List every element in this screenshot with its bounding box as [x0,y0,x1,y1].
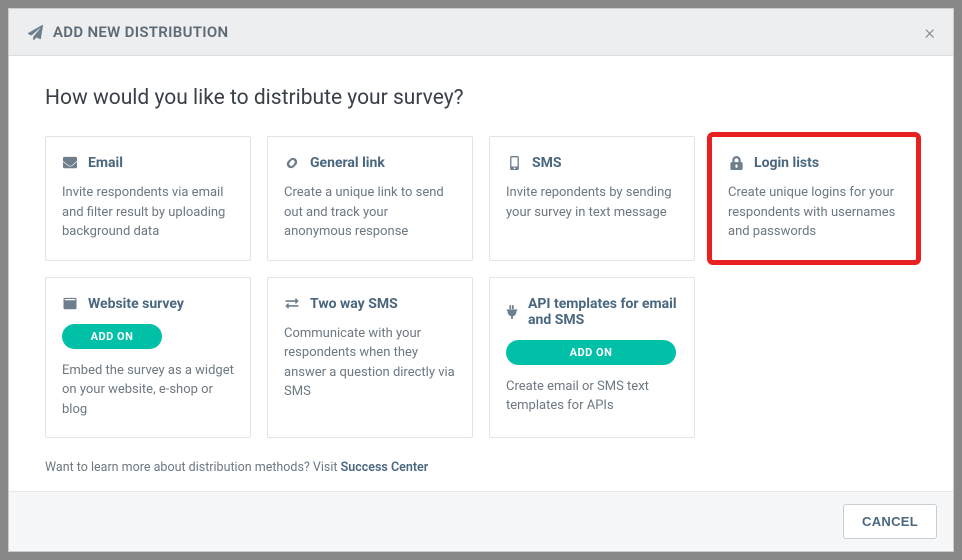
card-website-desc: Embed the survey as a widget on your web… [62,361,234,420]
close-icon: × [925,20,935,44]
modal-title: ADD NEW DISTRIBUTION [27,23,228,41]
card-api-title: API templates for email and SMS [506,296,678,328]
window-icon [62,297,78,311]
card-api[interactable]: API templates for email and SMS ADD ON C… [489,277,695,439]
modal-header: ADD NEW DISTRIBUTION × [9,9,953,56]
modal-title-text: ADD NEW DISTRIBUTION [53,23,228,41]
card-api-title-text: API templates for email and SMS [528,296,678,328]
card-link-desc: Create a unique link to send out and tra… [284,183,456,242]
footer-note-text: Want to learn more about distribution me… [45,460,341,475]
modal-footer: CANCEL [9,491,953,551]
question-heading: How would you like to distribute your su… [45,86,917,110]
card-twoway-desc: Communicate with your respondents when t… [284,324,456,402]
envelope-icon [62,156,78,170]
card-website[interactable]: Website survey ADD ON Embed the survey a… [45,277,251,439]
card-sms[interactable]: SMS Invite repondents by sending your su… [489,136,695,261]
footer-note: Want to learn more about distribution me… [45,460,917,475]
card-email-desc: Invite respondents via email and filter … [62,183,234,242]
mobile-icon [506,156,522,170]
modal-body: How would you like to distribute your su… [9,56,953,491]
card-twoway[interactable]: Two way SMS Communicate with your respon… [267,277,473,439]
exchange-icon [284,297,300,311]
distribution-grid: Email Invite respondents via email and f… [45,136,917,438]
card-link-title: General link [284,155,456,171]
card-email-title-text: Email [88,155,123,171]
card-login-title-text: Login lists [754,155,819,171]
card-email-title: Email [62,155,234,171]
card-sms-title-text: SMS [532,155,562,171]
card-sms-title: SMS [506,155,678,171]
link-icon [284,156,300,170]
plug-icon [506,305,518,319]
cancel-button[interactable]: CANCEL [843,504,937,539]
addon-badge-api: ADD ON [506,340,676,365]
card-website-title-text: Website survey [88,296,184,312]
success-center-link[interactable]: Success Center [341,460,429,475]
close-button[interactable]: × [925,22,935,42]
card-twoway-title-text: Two way SMS [310,296,398,312]
paper-plane-icon [27,25,43,39]
card-login-title: Login lists [728,155,900,171]
card-login-lists[interactable]: Login lists Create unique logins for you… [711,136,917,261]
lock-icon [728,156,744,170]
card-website-title: Website survey [62,296,234,312]
card-link[interactable]: General link Create a unique link to sen… [267,136,473,261]
card-login-desc: Create unique logins for your respondent… [728,183,900,242]
card-email[interactable]: Email Invite respondents via email and f… [45,136,251,261]
addon-badge-website: ADD ON [62,324,162,349]
card-api-desc: Create email or SMS text templates for A… [506,377,678,416]
card-link-title-text: General link [310,155,385,171]
card-twoway-title: Two way SMS [284,296,456,312]
card-sms-desc: Invite repondents by sending your survey… [506,183,678,222]
add-distribution-modal: ADD NEW DISTRIBUTION × How would you lik… [8,8,954,552]
